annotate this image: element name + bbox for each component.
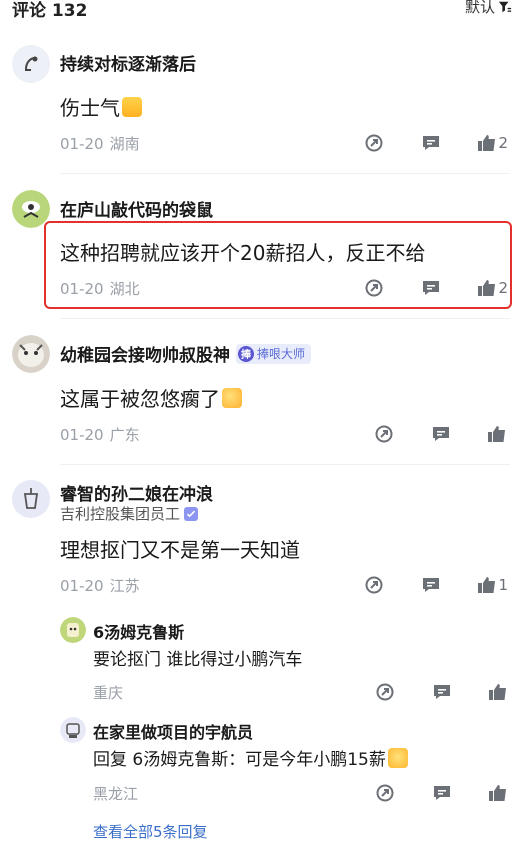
reply-author[interactable]: 在家里做项目的宇航员 [93, 719, 253, 743]
avatar[interactable] [12, 335, 50, 373]
avatar-image [12, 480, 50, 518]
share-icon [375, 425, 393, 443]
avatar-image [12, 335, 50, 373]
reply-button[interactable] [432, 783, 452, 803]
reply-avatar[interactable] [60, 717, 86, 743]
comment-text: 这属于被忽悠瘸了 [60, 387, 220, 411]
like-button[interactable] [487, 424, 508, 444]
divider [60, 464, 510, 465]
reply-author[interactable]: 6汤姆克鲁斯 [93, 619, 184, 643]
share-icon [376, 784, 394, 802]
reply-icon [423, 136, 440, 150]
user-badge[interactable]: 捧 捧哏大师 [236, 343, 312, 364]
avatar-image [60, 717, 86, 743]
avatar[interactable] [12, 480, 50, 518]
share-button[interactable] [364, 133, 384, 153]
commenter-name[interactable]: 持续对标逐渐落后 [60, 50, 196, 75]
share-icon [365, 576, 383, 594]
commenter-name[interactable]: 在庐山敲代码的袋鼠 [60, 196, 213, 221]
share-icon [365, 134, 383, 152]
reply-text: 要论抠门 谁比得过小鹏汽车 [93, 650, 303, 670]
reply-button[interactable] [431, 424, 451, 444]
reply-actions [375, 783, 508, 803]
user-title-text: 吉利控股集团员工 [60, 505, 181, 523]
reply-icon [434, 685, 450, 699]
comment-location: 江苏 [109, 577, 140, 595]
share-button[interactable] [364, 575, 384, 595]
comments-header: 评论 132 默认 [0, 0, 522, 22]
emoji-icon [222, 387, 242, 408]
reply-icon [434, 786, 450, 800]
badge-label: 捧哏大师 [257, 347, 306, 361]
avatar[interactable] [12, 45, 50, 83]
reply-location: 黑龙江 [93, 785, 139, 803]
thumb-up-icon [489, 785, 506, 801]
comment-text: 理想抠门又不是第一天知道 [60, 538, 300, 562]
reply-actions [375, 682, 508, 702]
thumb-up-icon [488, 426, 505, 442]
comment-actions: 1 [364, 575, 508, 595]
comment-meta: 01-20 湖南 [60, 133, 140, 154]
comment-meta: 01-20 江苏 [60, 575, 140, 596]
reply-text-row: 回复 6汤姆克鲁斯：可是今年小鹏15薪 [93, 745, 408, 770]
share-button[interactable] [375, 783, 395, 803]
reply-button[interactable] [421, 575, 441, 595]
comment-location: 湖南 [109, 135, 140, 153]
reply-button[interactable] [432, 682, 452, 702]
like-button[interactable]: 2 [477, 133, 508, 153]
share-icon [376, 683, 394, 701]
sort-dropdown[interactable]: 默认 [465, 0, 512, 17]
comment-meta: 01-20 广东 [60, 424, 140, 445]
comment-text-row: 伤士气 [60, 92, 142, 121]
filter-icon [498, 1, 512, 12]
like-button[interactable] [488, 682, 508, 702]
thumb-up-icon [489, 684, 506, 700]
comments-count-title: 评论 132 [12, 1, 88, 21]
reply-text: 回复 6汤姆克鲁斯：可是今年小鹏15薪 [93, 750, 386, 770]
share-button[interactable] [375, 682, 395, 702]
comment-date: 01-20 [60, 577, 104, 595]
comment-location: 广东 [109, 426, 140, 444]
comment-text-row: 理想抠门又不是第一天知道 [60, 534, 300, 563]
like-count: 1 [498, 576, 508, 594]
divider [60, 318, 510, 319]
avatar-image [12, 45, 50, 83]
user-title: 吉利控股集团员工 [60, 503, 199, 524]
reply-icon [423, 578, 440, 592]
comment-text: 伤士气 [60, 96, 120, 120]
reply-button[interactable] [421, 133, 441, 153]
emoji-icon [122, 96, 142, 117]
thumb-up-icon [478, 577, 496, 593]
divider [60, 173, 510, 174]
comment-date: 01-20 [60, 426, 104, 444]
commenter-name[interactable]: 幼稚园会接吻帅叔股神 [60, 341, 230, 366]
thumb-up-icon [478, 135, 496, 151]
badge-icon: 捧 [238, 345, 254, 362]
emoji-icon [387, 747, 408, 768]
sort-label: 默认 [464, 0, 495, 16]
like-count: 2 [498, 134, 508, 152]
comment-actions: 2 [364, 133, 508, 153]
highlight-box [44, 221, 512, 309]
reply-location: 重庆 [93, 684, 124, 702]
comment-text-row: 这属于被忽悠瘸了 [60, 383, 242, 412]
comment-actions [374, 424, 508, 444]
reply-avatar[interactable] [60, 617, 86, 643]
share-button[interactable] [374, 424, 394, 444]
reply-icon [433, 427, 449, 441]
verified-icon [184, 506, 199, 521]
commenter-name[interactable]: 睿智的孙二娘在冲浪 [60, 480, 213, 505]
comment-date: 01-20 [60, 135, 104, 153]
avatar-image [60, 617, 86, 643]
like-button[interactable]: 1 [477, 575, 508, 595]
like-button[interactable] [488, 783, 508, 803]
